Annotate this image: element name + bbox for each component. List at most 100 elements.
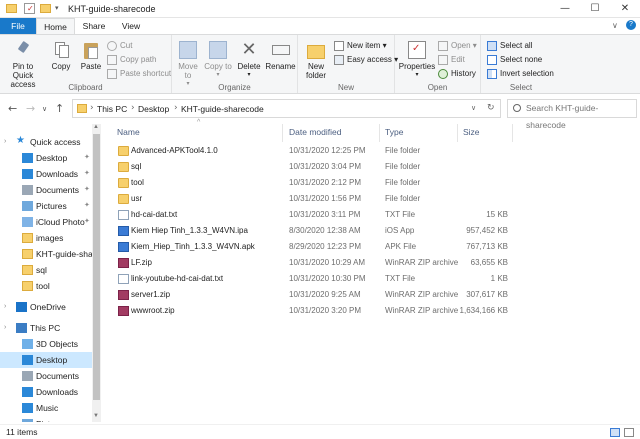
sidebar-item-kht-guide-sharec[interactable]: KHT-guide-sharec [0, 246, 92, 262]
zip-file-icon [118, 258, 129, 268]
sidebar-item-3d-objects[interactable]: 3D Objects [0, 336, 92, 352]
nav-scrollbar[interactable]: ▲ ▼ [92, 124, 101, 422]
table-row[interactable]: Kiem_Hiep_Tinh_1.3.3_W4VN.apk 8/29/2020 1… [104, 239, 524, 255]
copy-path-button[interactable]: Copy path [107, 54, 156, 66]
breadcrumb-desktop[interactable]: Desktop [138, 104, 169, 114]
table-row[interactable]: hd-cai-dat.txt 10/31/2020 3:11 PM TXT File… [104, 207, 524, 223]
sidebar-item-images[interactable]: images [0, 230, 92, 246]
sidebar-item-label: 3D Objects [36, 339, 79, 349]
table-row[interactable]: Kiem Hiep Tinh_1.3.3_W4VN.ipa 8/30/2020 1… [104, 223, 524, 239]
sidebar-item-documents[interactable]: Documents [0, 368, 92, 384]
scroll-thumb[interactable] [93, 134, 100, 400]
tab-share[interactable]: Share [75, 18, 113, 34]
close-button[interactable]: ✕ [610, 0, 640, 18]
sidebar-item-tool[interactable]: tool [0, 278, 92, 294]
expand-chevron-icon[interactable]: › [4, 134, 6, 150]
delete-button[interactable]: ✕ Delete ▾ [234, 41, 264, 80]
forward-arrow-icon[interactable]: → [26, 102, 35, 115]
sidebar-item-downloads[interactable]: Downloads [0, 384, 92, 400]
table-row[interactable]: server1.zip 10/31/2020 9:25 AM WinRAR ZIP … [104, 287, 524, 303]
file-type: iOS App [385, 226, 415, 235]
documents-icon [22, 371, 33, 381]
column-type[interactable]: Type [385, 127, 403, 137]
breadcrumb-this-pc[interactable]: This PC [97, 104, 127, 114]
minimize-button[interactable]: — [550, 0, 580, 18]
scroll-down-icon[interactable]: ▼ [93, 413, 99, 419]
search-icon [513, 104, 521, 112]
address-bar[interactable]: › This PC › Desktop › KHT-guide-sharecod… [72, 99, 501, 118]
history-button[interactable]: History [438, 68, 476, 80]
sort-indicator-icon: ^ [197, 119, 201, 126]
sidebar-item-label: iCloud Photo [36, 217, 85, 227]
sidebar-item-desktop[interactable]: Desktop [0, 352, 92, 368]
chevron-right-icon: › [131, 103, 135, 113]
refresh-icon[interactable]: ↻ [487, 103, 495, 113]
column-name[interactable]: Name [117, 127, 140, 137]
rename-button[interactable]: Rename [265, 41, 296, 71]
ribbon-collapse-icon[interactable]: ∨ [612, 21, 618, 30]
paste-shortcut-button[interactable]: Paste shortcut [107, 68, 171, 80]
table-row[interactable]: link-youtube-hd-cai-dat.txt 10/31/2020 10… [104, 271, 524, 287]
table-row[interactable]: wwwroot.zip 10/31/2020 3:20 PM WinRAR ZIP … [104, 303, 524, 319]
column-divider[interactable] [457, 124, 458, 142]
sidebar-item-quick-access[interactable]: › ★ Quick access [0, 134, 92, 150]
scroll-up-icon[interactable]: ▲ [93, 124, 99, 130]
tab-view[interactable]: View [113, 18, 149, 34]
large-icons-view-icon[interactable] [624, 428, 634, 437]
select-all-button[interactable]: Select all [487, 40, 532, 52]
properties-button[interactable]: ✓ Properties ▾ [397, 41, 437, 80]
quick-access-dropdown-icon[interactable]: ▾ [55, 4, 66, 15]
new-folder-button[interactable]: New folder [301, 41, 331, 80]
expand-chevron-icon[interactable]: › [4, 320, 6, 336]
sidebar-item-sql[interactable]: sql [0, 262, 92, 278]
file-type: WinRAR ZIP archive [385, 306, 459, 315]
sidebar-item-music[interactable]: Music [0, 400, 92, 416]
chevron-down-icon[interactable]: ∨ [471, 104, 476, 112]
sidebar-item-pictures[interactable]: Pictures [0, 416, 92, 422]
breadcrumb-current-folder[interactable]: KHT-guide-sharecode [181, 104, 264, 114]
sidebar-item-desktop[interactable]: Desktop ✦ [0, 150, 92, 166]
invert-selection-button[interactable]: Invert selection [487, 68, 554, 80]
properties-icon[interactable]: ✓ [24, 3, 35, 14]
file-size: 15 KB [486, 210, 508, 219]
sidebar-item-pictures[interactable]: Pictures ✦ [0, 198, 92, 214]
back-arrow-icon[interactable]: ← [8, 102, 17, 115]
expand-chevron-icon[interactable]: › [4, 299, 6, 315]
sidebar-item-onedrive[interactable]: › OneDrive [0, 299, 92, 315]
easy-access-button[interactable]: Easy access ▾ [334, 54, 398, 66]
table-row[interactable]: LF.zip 10/31/2020 10:29 AM WinRAR ZIP arch… [104, 255, 524, 271]
tab-file[interactable]: File [0, 18, 36, 34]
up-arrow-icon[interactable]: ↑ [55, 102, 64, 115]
cut-button[interactable]: Cut [107, 40, 132, 52]
table-row[interactable]: Advanced-APKTool4.1.0 10/31/2020 12:25 PM… [104, 143, 524, 159]
new-item-button[interactable]: New item ▾ [334, 40, 387, 52]
paste-button[interactable]: Paste [77, 41, 105, 71]
sidebar-item-downloads[interactable]: Downloads ✦ [0, 166, 92, 182]
select-none-button[interactable]: Select none [487, 54, 542, 66]
sidebar-item-this-pc[interactable]: › This PC [0, 320, 92, 336]
table-row[interactable]: sql 10/31/2020 3:04 PM File folder [104, 159, 524, 175]
column-date-modified[interactable]: Date modified [289, 127, 341, 137]
edit-button[interactable]: Edit [438, 54, 465, 66]
pin-quick-access-button[interactable]: Pin to Quick access [2, 40, 44, 89]
sidebar-item-icloud-photo[interactable]: iCloud Photo ✦ [0, 214, 92, 230]
open-button[interactable]: Open ▾ [438, 40, 477, 52]
move-to-button[interactable]: Move to ▾ [174, 41, 202, 89]
column-divider[interactable] [282, 124, 283, 142]
search-input[interactable]: Search KHT-guide-sharecode [507, 99, 637, 130]
column-divider[interactable] [512, 124, 513, 142]
tab-home[interactable]: Home [36, 18, 75, 34]
maximize-button[interactable]: ☐ [580, 0, 610, 18]
sidebar-item-documents[interactable]: Documents ✦ [0, 182, 92, 198]
copy-button[interactable]: Copy [47, 41, 75, 71]
recent-dropdown-icon[interactable]: ∨ [42, 105, 47, 113]
new-folder-quick-icon[interactable] [40, 4, 51, 13]
details-view-icon[interactable] [610, 428, 620, 437]
copy-to-button[interactable]: Copy to ▾ [204, 41, 232, 80]
column-divider[interactable] [379, 124, 380, 142]
organize-group: Move to ▾ Copy to ▾ ✕ Delete ▾ Rename Organ… [172, 35, 298, 93]
help-icon[interactable]: ? [626, 20, 636, 30]
table-row[interactable]: tool 10/31/2020 2:12 PM File folder [104, 175, 524, 191]
table-row[interactable]: usr 10/31/2020 1:56 PM File folder [104, 191, 524, 207]
column-size[interactable]: Size [463, 127, 480, 137]
